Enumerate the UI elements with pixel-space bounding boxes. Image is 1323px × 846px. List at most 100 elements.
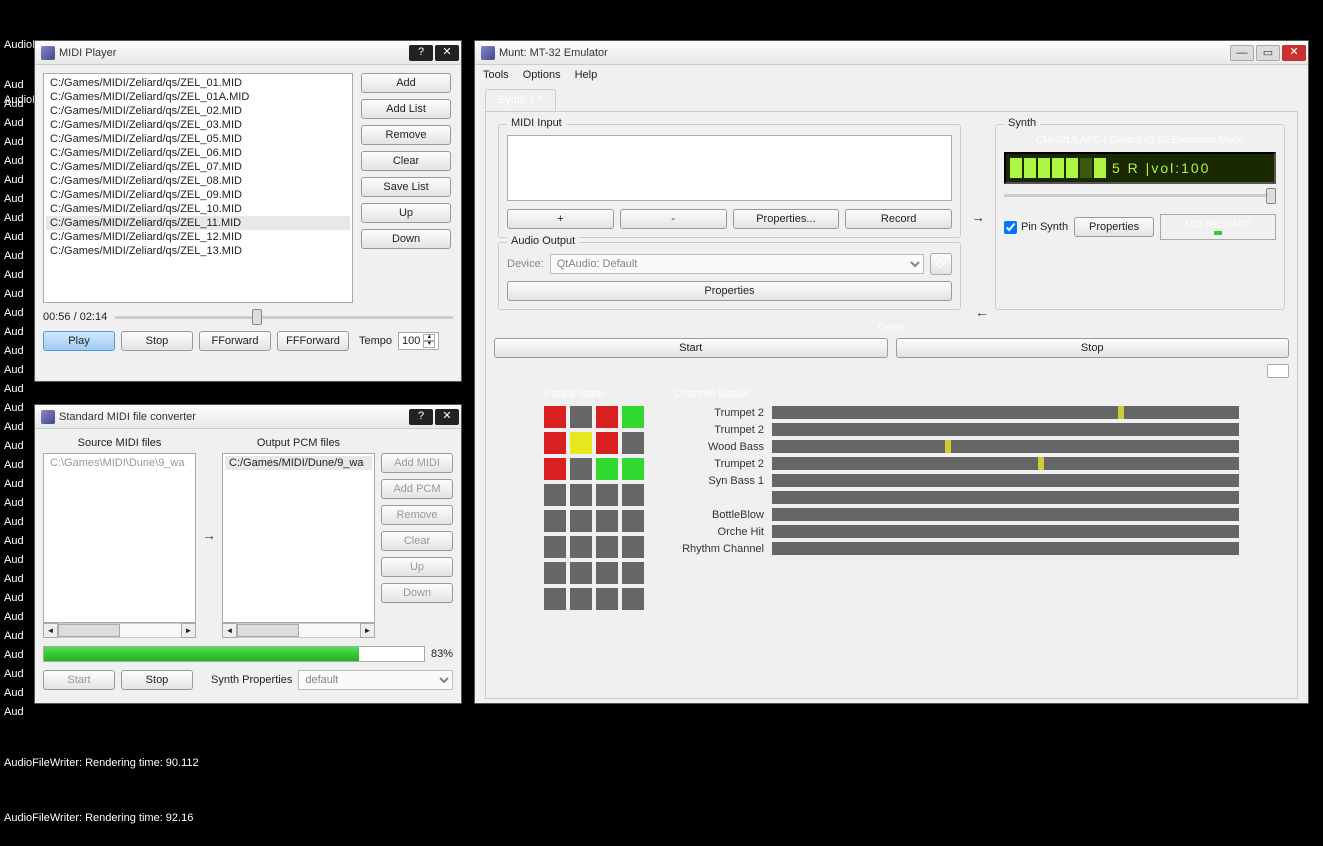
help-button[interactable]: ? xyxy=(409,409,433,425)
output-hscrollbar[interactable]: ◄ ► xyxy=(222,623,375,638)
list-item[interactable]: C:/Games/MIDI/Zeliard/qs/ZEL_01A.MID xyxy=(46,90,350,104)
munt-titlebar[interactable]: Munt: MT-32 Emulator — ▭ ✕ xyxy=(475,41,1308,65)
source-midi-list[interactable]: C:\Games\MIDI\Dune\9_wa xyxy=(43,453,196,623)
spin-up-icon[interactable]: ▲ xyxy=(423,334,435,341)
time-display: 00:56 / 02:14 xyxy=(43,311,107,323)
list-item[interactable]: C:/Games/MIDI/Zeliard/qs/ZEL_12.MID xyxy=(46,230,350,244)
list-item[interactable]: C:/Games/MIDI/Dune/9_wa xyxy=(225,456,372,470)
pin-synth-checkbox[interactable]: Pin Synth xyxy=(1004,221,1068,234)
console-fragment: Aud xyxy=(4,209,24,228)
partial-cell xyxy=(570,458,592,480)
start-button[interactable]: Start xyxy=(43,670,115,690)
audio-output-group: Audio Output Device: QtAudio: Default ⟳ … xyxy=(498,242,961,310)
open-start-button[interactable]: Start xyxy=(494,338,888,358)
clear-button[interactable]: Clear xyxy=(361,151,451,171)
converter-titlebar[interactable]: Standard MIDI file converter ? ✕ xyxy=(35,405,461,429)
midi-input-remove-button[interactable]: - xyxy=(620,209,727,229)
fforward-button[interactable]: FForward xyxy=(199,331,271,351)
list-item[interactable]: C:\Games\MIDI\Dune\9_wa xyxy=(46,456,193,470)
refresh-button[interactable]: ⟳ xyxy=(930,253,952,275)
source-midi-label: Source MIDI files xyxy=(43,437,196,449)
partial-cell xyxy=(544,588,566,610)
midi-file-list[interactable]: C:/Games/MIDI/Zeliard/qs/ZEL_01.MIDC:/Ga… xyxy=(43,73,353,303)
play-button[interactable]: Play xyxy=(43,331,115,351)
close-button[interactable]: ✕ xyxy=(435,45,459,61)
list-item[interactable]: C:/Games/MIDI/Zeliard/qs/ZEL_06.MID xyxy=(46,146,350,160)
minimize-button[interactable]: — xyxy=(1230,45,1254,61)
add-midi-button[interactable]: Add MIDI xyxy=(381,453,453,473)
clear-button[interactable]: Clear xyxy=(381,531,453,551)
remove-button[interactable]: Remove xyxy=(361,125,451,145)
menu-tools[interactable]: Tools xyxy=(483,69,509,81)
list-item[interactable]: C:/Games/MIDI/Zeliard/qs/ZEL_11.MID xyxy=(46,216,350,230)
partial-state-grid xyxy=(544,406,644,610)
menu-options[interactable]: Options xyxy=(523,69,561,81)
source-hscrollbar[interactable]: ◄ ► xyxy=(43,623,196,638)
channel-label: Rhythm Channel xyxy=(674,543,764,555)
up-button[interactable]: Up xyxy=(381,557,453,577)
channel-bar xyxy=(772,508,1239,521)
midi-input-properties-button[interactable]: Properties... xyxy=(733,209,840,229)
audio-output-legend: Audio Output xyxy=(507,235,579,247)
list-item[interactable]: C:/Games/MIDI/Zeliard/qs/ZEL_07.MID xyxy=(46,160,350,174)
tempo-spinbox[interactable]: 100 ▲▼ xyxy=(398,332,439,350)
channel-row: BottleBlow xyxy=(674,508,1239,521)
list-item[interactable]: C:/Games/MIDI/Zeliard/qs/ZEL_08.MID xyxy=(46,174,350,188)
record-button[interactable]: Record xyxy=(845,209,952,229)
channel-label: BottleBlow xyxy=(674,509,764,521)
collapse-button[interactable]: ▲ xyxy=(1267,364,1289,378)
console-fragment: Aud xyxy=(4,627,24,646)
console-fragment: Aud xyxy=(4,95,24,114)
close-button[interactable]: ✕ xyxy=(1282,45,1306,61)
menu-help[interactable]: Help xyxy=(575,69,598,81)
stop-button[interactable]: Stop xyxy=(121,331,193,351)
list-item[interactable]: C:/Games/MIDI/Zeliard/qs/ZEL_05.MID xyxy=(46,132,350,146)
stop-button[interactable]: Stop xyxy=(121,670,193,690)
scroll-left-icon[interactable]: ◄ xyxy=(43,623,58,638)
position-slider[interactable] xyxy=(115,316,453,319)
synth-properties-select[interactable]: default xyxy=(298,670,453,690)
list-item[interactable]: C:/Games/MIDI/Zeliard/qs/ZEL_03.MID xyxy=(46,118,350,132)
down-button[interactable]: Down xyxy=(361,229,451,249)
console-fragment: Aud xyxy=(4,342,24,361)
open-stop-button[interactable]: Stop xyxy=(896,338,1290,358)
output-pcm-list[interactable]: C:/Games/MIDI/Dune/9_wa xyxy=(222,453,375,623)
converter-window: Standard MIDI file converter ? ✕ Source … xyxy=(34,404,462,704)
list-item[interactable]: C:/Games/MIDI/Zeliard/qs/ZEL_09.MID xyxy=(46,188,350,202)
list-item[interactable]: C:/Games/MIDI/Zeliard/qs/ZEL_01.MID xyxy=(46,76,350,90)
list-item[interactable]: C:/Games/MIDI/Zeliard/qs/ZEL_02.MID xyxy=(46,104,350,118)
close-button[interactable]: ✕ xyxy=(435,409,459,425)
midi-player-titlebar[interactable]: MIDI Player ? ✕ xyxy=(35,41,461,65)
down-button[interactable]: Down xyxy=(381,583,453,603)
maximize-button[interactable]: ▭ xyxy=(1256,45,1280,61)
scroll-right-icon[interactable]: ► xyxy=(360,623,375,638)
app-icon xyxy=(41,46,55,60)
channel-row: Orche Hit xyxy=(674,525,1239,538)
scroll-left-icon[interactable]: ◄ xyxy=(222,623,237,638)
spin-down-icon[interactable]: ▼ xyxy=(423,341,435,348)
up-button[interactable]: Up xyxy=(361,203,451,223)
add-button[interactable]: Add xyxy=(361,73,451,93)
add-pcm-button[interactable]: Add PCM xyxy=(381,479,453,499)
synth-properties-button[interactable]: Properties xyxy=(1074,217,1154,237)
console-fragment: Aud xyxy=(4,190,24,209)
add-list-button[interactable]: Add List xyxy=(361,99,451,119)
audio-output-properties-button[interactable]: Properties xyxy=(507,281,952,301)
list-item[interactable]: C:/Games/MIDI/Zeliard/qs/ZEL_10.MID xyxy=(46,202,350,216)
midi-input-list[interactable]: ZEL_11.MID xyxy=(507,135,952,201)
help-button[interactable]: ? xyxy=(409,45,433,61)
progress-bar xyxy=(43,646,425,662)
ffforward-button[interactable]: FFForward xyxy=(277,331,349,351)
tab-synth1[interactable]: Synth 1 * xyxy=(485,89,556,111)
device-select[interactable]: QtAudio: Default xyxy=(550,254,924,274)
midi-input-add-button[interactable]: + xyxy=(507,209,614,229)
list-item[interactable]: ZEL_11.MID xyxy=(510,138,949,152)
console-fragment: Aud xyxy=(4,551,24,570)
partial-cell xyxy=(570,588,592,610)
save-list-button[interactable]: Save List xyxy=(361,177,451,197)
remove-button[interactable]: Remove xyxy=(381,505,453,525)
list-item[interactable]: C:/Games/MIDI/Zeliard/qs/ZEL_13.MID xyxy=(46,244,350,258)
volume-slider[interactable] xyxy=(1004,194,1276,197)
scroll-right-icon[interactable]: ► xyxy=(181,623,196,638)
lcd-block-icon xyxy=(1024,158,1036,178)
